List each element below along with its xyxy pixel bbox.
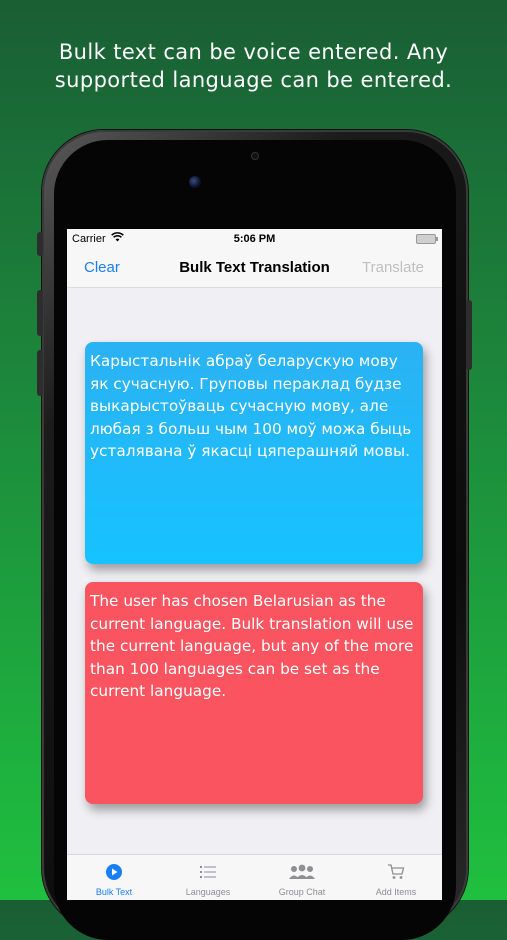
phone-volume-up <box>37 290 43 336</box>
list-icon <box>200 866 216 878</box>
tab-group-chat[interactable]: Group Chat <box>255 863 349 897</box>
tab-bulk-text[interactable]: Bulk Text <box>67 863 161 897</box>
translate-button[interactable]: Translate <box>362 259 424 276</box>
translated-text-card[interactable]: The user has chosen Belarusian as the cu… <box>85 582 423 804</box>
proximity-sensor <box>251 152 259 160</box>
tab-bar: Bulk Text Languages Group Chat Add Items <box>67 854 442 900</box>
phone-volume-down <box>37 350 43 396</box>
battery-icon <box>416 234 438 244</box>
navigation-bar: Clear Bulk Text Translation Translate <box>67 249 442 288</box>
tab-label: Add Items <box>375 887 417 897</box>
promo-line-2: supported language can be entered. <box>54 68 453 92</box>
tab-add-items[interactable]: Add Items <box>349 863 442 897</box>
play-circle-icon <box>106 864 122 880</box>
tab-label: Languages <box>185 887 231 897</box>
promo-caption: Bulk text can be voice entered. Any supp… <box>0 38 507 94</box>
tab-languages[interactable]: Languages <box>161 863 255 897</box>
group-icon <box>289 864 315 879</box>
status-bar: Carrier 5:06 PM <box>67 229 442 249</box>
front-camera <box>189 176 201 188</box>
bulk-text-content: Карыстальнік абраў беларускую мову як су… <box>67 288 442 854</box>
status-time: 5:06 PM <box>233 233 276 245</box>
tab-label: Group Chat <box>278 887 326 897</box>
tab-label: Bulk Text <box>95 887 133 897</box>
phone-mute-switch <box>37 232 43 256</box>
source-text-card[interactable]: Карыстальнік абраў беларускую мову як су… <box>85 342 423 564</box>
promo-line-1: Bulk text can be voice entered. Any <box>58 40 449 64</box>
app-screen: Carrier 5:06 PM Clear Bulk Text Translat… <box>67 229 442 900</box>
phone-power-button <box>466 300 472 370</box>
cart-icon <box>388 864 405 879</box>
